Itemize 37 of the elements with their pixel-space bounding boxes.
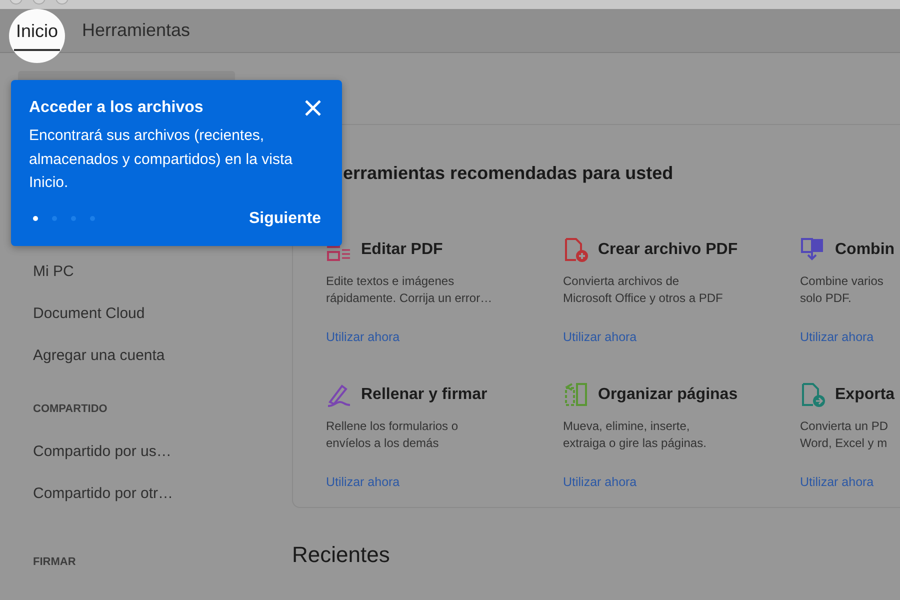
use-now-link[interactable]: Utilizar ahora: [563, 474, 637, 491]
use-now-link[interactable]: Utilizar ahora: [326, 329, 400, 346]
tool-description: Combine varios solo PDF.: [800, 273, 884, 307]
close-button[interactable]: [305, 100, 321, 116]
sidebar-item[interactable]: Compartido por us…: [0, 431, 292, 473]
tool-description: Convierta un PD Word, Excel y m: [800, 418, 890, 452]
section-heading: Recientes: [292, 542, 390, 568]
sidebar-item[interactable]: Compartido por otr…: [0, 473, 292, 515]
section-heading: COMPARTIDO: [32, 402, 108, 417]
tool-title: Editar PDF: [361, 241, 443, 259]
popover-title: Acceder a los archivos: [29, 99, 204, 117]
step-dot[interactable]: [90, 216, 95, 221]
sidebar-item[interactable]: Agregar una cuenta: [0, 335, 292, 377]
tool-description: Edite textos e imágenes rápidamente. Corrija un error…: [326, 273, 494, 307]
step-dot[interactable]: [33, 216, 38, 221]
tool-description: Convierta archivos de Microsoft Office y otros a PDF: [563, 273, 724, 307]
step-dot[interactable]: [71, 216, 76, 221]
next-button[interactable]: Siguiente: [248, 210, 321, 228]
use-now-link[interactable]: Utilizar ahora: [563, 329, 637, 346]
sidebar-item[interactable]: Mi PC: [0, 251, 292, 293]
tab[interactable]: Herramientas: [82, 20, 190, 41]
tool-title: Crear archivo PDF: [598, 241, 738, 259]
tool-title: Rellenar y firmar: [361, 386, 488, 404]
popover-text: Encontrará sus archivos (recientes, almacenados y compartidos) en la vista Inicio.: [29, 126, 294, 193]
tool-description: Rellene los formularios o envíelos a los demás: [326, 418, 460, 452]
section-heading: FIRMAR: [32, 555, 77, 570]
use-now-link[interactable]: Utilizar ahora: [800, 474, 874, 491]
tool-description: Mueva, elimine, inserte, extraiga o gire las páginas.: [563, 418, 708, 452]
use-now-link[interactable]: Utilizar ahora: [326, 474, 400, 491]
tab[interactable]: Inicio: [9, 9, 65, 63]
step-dot[interactable]: [52, 216, 57, 221]
tool-title: Exporta: [835, 386, 895, 404]
use-now-link[interactable]: Utilizar ahora: [800, 329, 874, 346]
tool-title: Combin: [835, 241, 895, 259]
section-heading: erramientas recomendadas para usted: [343, 162, 674, 185]
tool-title: Organizar páginas: [598, 386, 738, 404]
sidebar-item[interactable]: Document Cloud: [0, 293, 292, 335]
